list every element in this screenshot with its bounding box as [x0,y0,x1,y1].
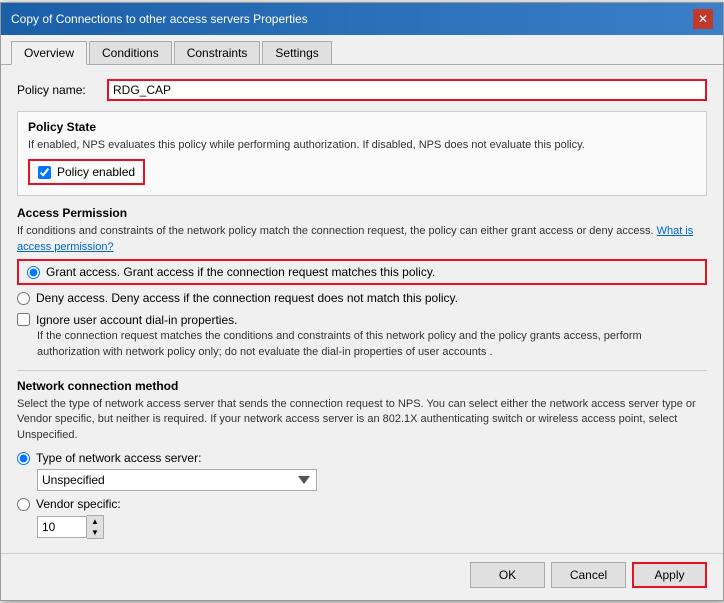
deny-access-radio-row: Deny access. Deny access if the connecti… [17,289,707,307]
tab-conditions[interactable]: Conditions [89,41,172,64]
tab-settings[interactable]: Settings [262,41,331,64]
vendor-radio[interactable] [17,498,30,511]
ignore-label: Ignore user account dial-in properties. [36,313,237,327]
policy-enabled-checkbox[interactable] [38,166,51,179]
policy-state-section: Policy State If enabled, NPS evaluates t… [17,111,707,196]
spinner-down-button[interactable]: ▼ [87,527,103,538]
access-permission-section: Access Permission If conditions and cons… [17,206,707,360]
access-permission-desc: If conditions and constraints of the net… [17,224,707,255]
policy-state-desc: If enabled, NPS evaluates this policy wh… [28,138,696,153]
ignore-checkbox[interactable] [17,313,30,326]
deny-access-label: Deny access. Deny access if the connecti… [36,291,458,305]
ignore-desc: If the connection request matches the co… [37,329,707,360]
ok-button[interactable]: OK [470,562,545,588]
grant-access-radio-row: Grant access. Grant access if the connec… [17,259,707,285]
policy-state-title: Policy State [28,120,696,134]
title-bar: Copy of Connections to other access serv… [1,3,723,35]
content-area: Policy name: Policy State If enabled, NP… [1,65,723,553]
button-row: OK Cancel Apply [1,553,723,600]
access-permission-title: Access Permission [17,206,707,220]
vendor-spinner-row: ▲ ▼ [37,515,707,539]
grant-access-label: Grant access. Grant access if the connec… [46,265,435,279]
policy-name-input[interactable] [107,79,707,101]
dialog-title: Copy of Connections to other access serv… [11,12,308,26]
network-connection-section: Network connection method Select the typ… [17,379,707,539]
dialog-window: Copy of Connections to other access serv… [0,2,724,601]
network-connection-desc: Select the type of network access server… [17,397,707,443]
type-label: Type of network access server: [36,451,201,465]
policy-enabled-label[interactable]: Policy enabled [28,159,145,185]
tab-constraints[interactable]: Constraints [174,41,261,64]
spinner-up-button[interactable]: ▲ [87,516,103,527]
apply-button[interactable]: Apply [632,562,707,588]
divider [17,370,707,371]
type-radio-row: Type of network access server: [17,451,707,465]
network-connection-title: Network connection method [17,379,707,393]
cancel-button[interactable]: Cancel [551,562,626,588]
vendor-radio-row: Vendor specific: [17,497,707,511]
grant-access-radio[interactable] [27,266,40,279]
type-radio[interactable] [17,452,30,465]
tab-overview[interactable]: Overview [11,41,87,65]
spinner-buttons: ▲ ▼ [87,515,104,539]
close-button[interactable]: ✕ [693,9,713,29]
vendor-spinner-input[interactable] [37,516,87,538]
vendor-label: Vendor specific: [36,497,121,511]
policy-name-label: Policy name: [17,83,107,97]
type-dropdown[interactable]: Unspecified [37,469,317,491]
tab-bar: Overview Conditions Constraints Settings [1,35,723,65]
policy-enabled-text: Policy enabled [57,165,135,179]
ignore-checkbox-row: Ignore user account dial-in properties. [17,313,707,327]
policy-name-row: Policy name: [17,79,707,101]
type-dropdown-row: Unspecified [37,469,707,491]
deny-access-radio[interactable] [17,292,30,305]
